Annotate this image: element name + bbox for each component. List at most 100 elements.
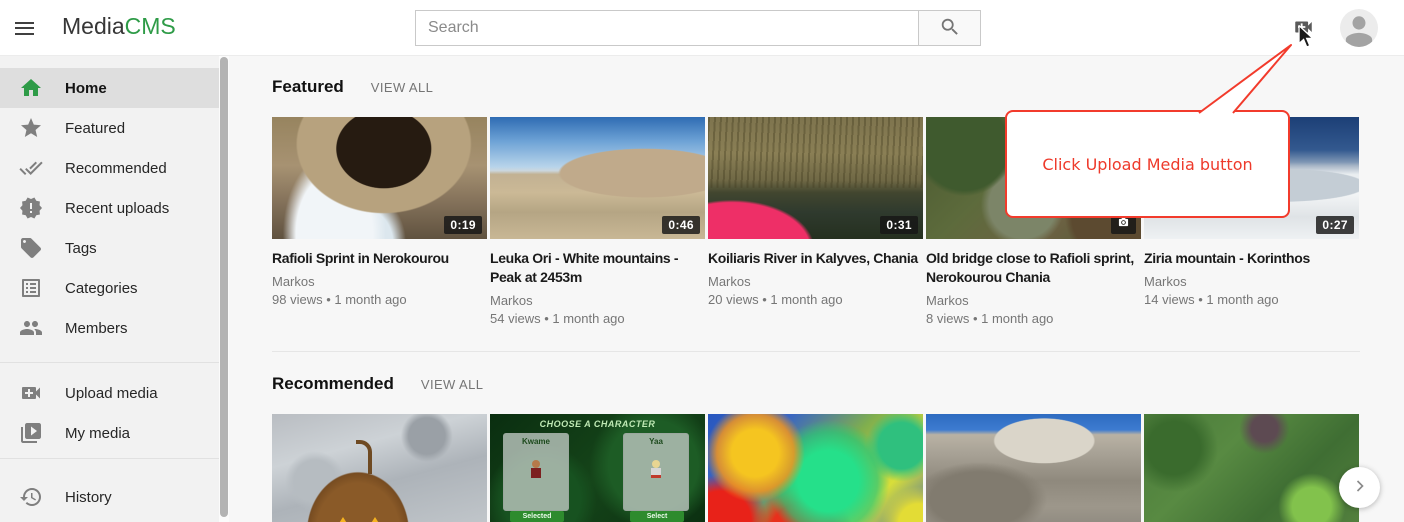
menu-icon[interactable]	[15, 17, 41, 39]
media-author[interactable]: Markos	[708, 273, 923, 290]
search-input[interactable]	[415, 10, 918, 46]
character-name: Kwame	[504, 437, 568, 446]
video-thumbnail[interactable]: 0:46	[490, 117, 705, 239]
sidebar-item-label: My media	[65, 425, 130, 442]
app-logo[interactable]: MediaCMS	[62, 13, 176, 40]
media-meta: 8 views • 1 month ago	[926, 309, 1141, 328]
sidebar-divider	[0, 362, 219, 363]
recommended-view-all-link[interactable]: VIEW ALL	[421, 377, 483, 392]
recommended-section-header: Recommended VIEW ALL	[272, 374, 1404, 394]
character-sprite	[530, 460, 542, 480]
recommended-row: CHOOSE A CHARACTER Kwame Selected Yaa Se…	[272, 414, 1404, 522]
media-card[interactable]	[708, 414, 923, 522]
media-card[interactable]: 0:19 Rafioli Sprint in Nerokourou Markos…	[272, 117, 487, 309]
video-thumbnail[interactable]: 0:31	[708, 117, 923, 239]
media-author[interactable]: Markos	[926, 292, 1141, 309]
upload-media-icon	[1290, 26, 1317, 41]
media-meta: 14 views • 1 month ago	[1144, 290, 1359, 309]
sidebar-item-recent-uploads[interactable]: Recent uploads	[0, 188, 219, 228]
video-thumbnail[interactable]	[1144, 414, 1359, 522]
sidebar-scrollbar[interactable]	[219, 56, 229, 522]
sidebar-item-my-media[interactable]: My media	[0, 413, 219, 453]
video-thumbnail[interactable]: CHOOSE A CHARACTER Kwame Selected Yaa Se…	[490, 414, 705, 522]
media-title[interactable]: Koiliaris River in Kalyves, Chania	[708, 249, 923, 268]
carousel-next-button[interactable]	[1339, 467, 1380, 508]
tutorial-callout: Click Upload Media button	[1005, 110, 1290, 218]
upload-media-button[interactable]	[1288, 15, 1318, 41]
sidebar-item-upload-media[interactable]: Upload media	[0, 373, 219, 413]
featured-section-header: Featured VIEW ALL	[272, 77, 1404, 97]
select-button-label: Selected	[510, 511, 564, 522]
section-title: Recommended	[272, 374, 394, 394]
video-plus-icon	[19, 381, 43, 405]
sidebar-item-label: Home	[65, 80, 107, 97]
featured-view-all-link[interactable]: VIEW ALL	[371, 80, 433, 95]
search-bar	[415, 10, 981, 46]
sidebar-item-history[interactable]: History	[0, 477, 219, 517]
duration-badge: 0:19	[444, 216, 482, 234]
media-author[interactable]: Markos	[272, 273, 487, 290]
section-title: Featured	[272, 77, 344, 97]
sidebar-divider	[0, 458, 219, 459]
media-card[interactable]	[272, 414, 487, 522]
media-title[interactable]: Rafioli Sprint in Nerokourou	[272, 249, 487, 268]
sidebar-item-label: Featured	[65, 120, 125, 137]
tag-icon	[19, 236, 43, 260]
sidebar-item-categories[interactable]: Categories	[0, 268, 219, 308]
logo-media: Media	[62, 13, 125, 39]
duration-badge: 0:27	[1316, 216, 1354, 234]
history-icon	[19, 485, 43, 509]
character-sprite	[650, 460, 662, 480]
avatar[interactable]	[1340, 9, 1378, 47]
video-library-icon	[19, 421, 43, 445]
thumbnail-text: CHOOSE A CHARACTER	[490, 419, 705, 429]
pumpkin-stem	[356, 440, 372, 474]
sidebar-item-home[interactable]: Home	[0, 68, 219, 108]
select-button-label: Select	[630, 511, 684, 522]
media-title[interactable]: Ziria mountain - Korinthos	[1144, 249, 1359, 268]
media-card[interactable]: 0:46 Leuka Ori - White mountains - Peak …	[490, 117, 705, 328]
top-bar: MediaCMS	[0, 0, 1404, 56]
callout-text: Click Upload Media button	[1042, 155, 1252, 174]
logo-cms: CMS	[125, 13, 176, 39]
search-button[interactable]	[918, 10, 981, 46]
list-box-icon	[19, 276, 43, 300]
media-card[interactable]	[1144, 414, 1359, 522]
section-divider	[272, 351, 1360, 352]
media-card[interactable]: 0:31 Koiliaris River in Kalyves, Chania …	[708, 117, 923, 309]
home-icon	[19, 76, 43, 100]
sidebar-item-label: Recommended	[65, 160, 167, 177]
character-name: Yaa	[624, 437, 688, 446]
sidebar: Home Featured Recommended Recent uploads…	[0, 56, 219, 522]
media-title[interactable]: Old bridge close to Rafioli sprint, Nero…	[926, 249, 1141, 287]
scrollbar-thumb[interactable]	[220, 57, 228, 517]
sidebar-item-label: Members	[65, 320, 128, 337]
double-check-icon	[19, 156, 43, 180]
sidebar-item-label: Categories	[65, 280, 138, 297]
sidebar-item-label: Upload media	[65, 385, 158, 402]
duration-badge: 0:46	[662, 216, 700, 234]
new-releases-icon	[19, 196, 43, 220]
sidebar-item-tags[interactable]: Tags	[0, 228, 219, 268]
user-icon	[1340, 34, 1378, 47]
sidebar-item-featured[interactable]: Featured	[0, 108, 219, 148]
media-meta: 98 views • 1 month ago	[272, 290, 487, 309]
duration-badge: 0:31	[880, 216, 918, 234]
video-thumbnail[interactable]	[926, 414, 1141, 522]
sidebar-item-recommended[interactable]: Recommended	[0, 148, 219, 188]
sidebar-item-label: Tags	[65, 240, 97, 257]
character-panel: Kwame Selected	[503, 433, 569, 511]
video-thumbnail[interactable]: 0:19	[272, 117, 487, 239]
media-card[interactable]	[926, 414, 1141, 522]
video-thumbnail[interactable]	[708, 414, 923, 522]
media-author[interactable]: Markos	[490, 292, 705, 309]
people-icon	[19, 316, 43, 340]
media-title[interactable]: Leuka Ori - White mountains - Peak at 24…	[490, 249, 705, 287]
video-thumbnail[interactable]	[272, 414, 487, 522]
media-author[interactable]: Markos	[1144, 273, 1359, 290]
character-panel: Yaa Select	[623, 433, 689, 511]
star-icon	[19, 116, 43, 140]
media-meta: 20 views • 1 month ago	[708, 290, 923, 309]
sidebar-item-members[interactable]: Members	[0, 308, 219, 348]
media-card[interactable]: CHOOSE A CHARACTER Kwame Selected Yaa Se…	[490, 414, 705, 522]
